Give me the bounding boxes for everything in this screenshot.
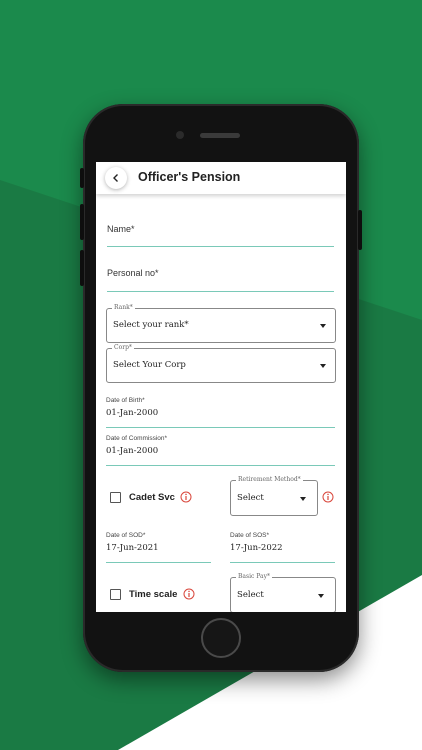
phone-side-button xyxy=(80,250,84,286)
time-scale-label: Time scale xyxy=(129,589,178,600)
caret-down-icon xyxy=(320,364,326,368)
retirement-method-value: Select xyxy=(237,493,264,503)
doc-label: Date of Commission* xyxy=(106,435,168,442)
chevron-left-icon xyxy=(113,174,118,182)
basic-pay-select[interactable]: Basic Pay* Select xyxy=(230,573,336,612)
personal-no-field-underline xyxy=(107,291,334,292)
phone-side-button xyxy=(358,210,362,250)
rank-label: Rank* xyxy=(112,304,135,311)
sod-field[interactable]: 17-Jun-2021 xyxy=(106,543,159,553)
phone-camera xyxy=(176,131,184,139)
info-circle-icon[interactable] xyxy=(180,491,192,503)
corp-value: Select Your Corp xyxy=(113,360,186,370)
basic-pay-value: Select xyxy=(237,590,264,600)
phone-side-button xyxy=(80,204,84,240)
caret-down-icon xyxy=(320,324,326,328)
rank-value: Select your rank* xyxy=(113,320,189,330)
sos-underline xyxy=(230,562,335,563)
basic-pay-label: Basic Pay* xyxy=(236,573,272,580)
caret-down-icon xyxy=(300,497,306,501)
corp-select[interactable]: Corp* Select Your Corp xyxy=(106,344,336,383)
sod-label: Date of SOD* xyxy=(106,532,146,539)
cadet-svc-label: Cadet Svc xyxy=(129,492,175,503)
dob-underline xyxy=(106,427,335,428)
doc-underline xyxy=(106,465,335,466)
info-circle-icon[interactable] xyxy=(322,491,334,503)
name-field-underline xyxy=(107,246,334,247)
corp-label: Corp* xyxy=(112,344,134,351)
phone-speaker xyxy=(200,133,240,138)
retirement-method-select[interactable]: Retirement Method* Select xyxy=(230,476,318,516)
cadet-svc-checkbox[interactable] xyxy=(110,492,121,503)
dob-field[interactable]: 01-Jan-2000 xyxy=(106,408,158,418)
personal-no-field[interactable]: Personal no* xyxy=(107,268,159,278)
dob-label: Date of Birth* xyxy=(106,397,145,404)
phone-side-button xyxy=(80,168,84,188)
back-button[interactable] xyxy=(105,167,127,189)
rank-select[interactable]: Rank* Select your rank* xyxy=(106,304,336,343)
info-circle-icon[interactable] xyxy=(183,588,195,600)
sos-label: Date of SOS* xyxy=(230,532,270,539)
app-bar: Officer's Pension xyxy=(96,162,346,194)
sos-field[interactable]: 17-Jun-2022 xyxy=(230,543,283,553)
doc-field[interactable]: 01-Jan-2000 xyxy=(106,446,158,456)
page-title: Officer's Pension xyxy=(138,170,241,184)
app-screen: Officer's Pension Name* Personal no* Ran… xyxy=(96,162,346,612)
name-field[interactable]: Name* xyxy=(107,224,135,234)
time-scale-checkbox[interactable] xyxy=(110,589,121,600)
retirement-method-label: Retirement Method* xyxy=(236,476,303,483)
home-button[interactable] xyxy=(201,618,241,658)
caret-down-icon xyxy=(318,594,324,598)
sod-underline xyxy=(106,562,211,563)
